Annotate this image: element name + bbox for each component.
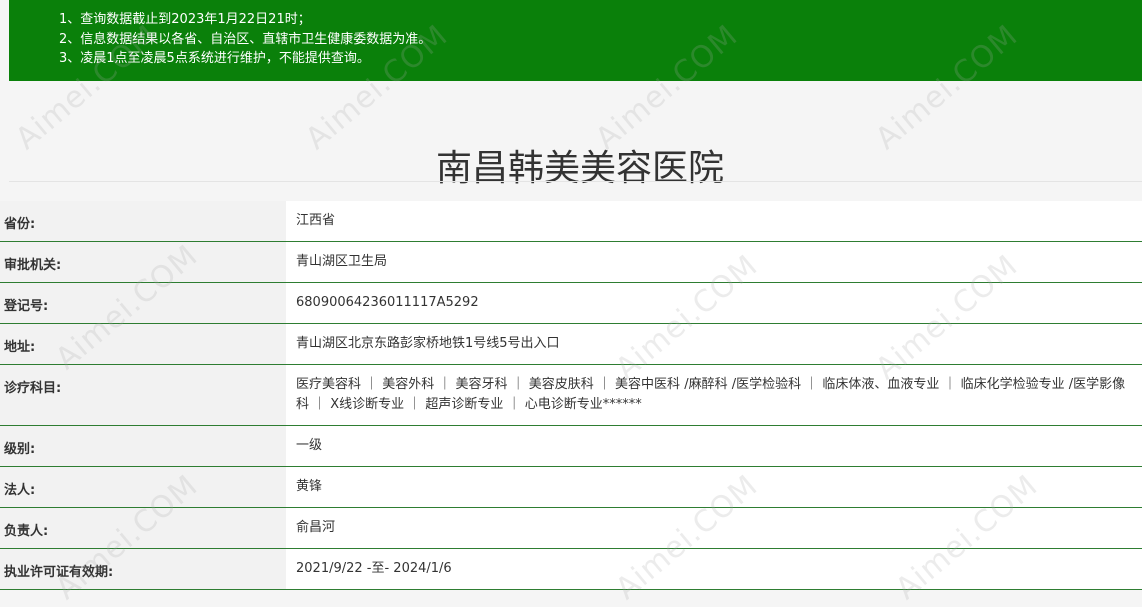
detail-value: 68090064236011117A5292 [286,283,1142,323]
notice-line-3: 3、凌晨1点至凌晨5点系统进行维护，不能提供查询。 [59,51,370,66]
hospital-details-table: 省份: 江西省 审批机关: 青山湖区卫生局 登记号: 6809006423601… [0,201,1142,590]
detail-row-registration-number: 登记号: 68090064236011117A5292 [0,283,1142,324]
detail-value: 俞昌河 [286,508,1142,548]
detail-row-person-in-charge: 负责人: 俞昌河 [0,508,1142,549]
detail-row-legal-person: 法人: 黄锋 [0,467,1142,508]
detail-row-province: 省份: 江西省 [0,201,1142,242]
detail-row-departments: 诊疗科目: 医疗美容科 ｜ 美容外科 ｜ 美容牙科 ｜ 美容皮肤科 ｜ 美容中医… [0,365,1142,426]
detail-label: 地址: [0,324,286,364]
detail-label: 执业许可证有效期: [0,549,286,589]
detail-row-approval-authority: 审批机关: 青山湖区卫生局 [0,242,1142,283]
detail-row-address: 地址: 青山湖区北京东路彭家桥地铁1号线5号出入口 [0,324,1142,365]
notice-line-2: 2、信息数据结果以各省、自治区、直辖市卫生健康委数据为准。 [59,31,432,47]
detail-label: 省份: [0,201,286,241]
detail-label: 法人: [0,467,286,507]
detail-value: 黄锋 [286,467,1142,507]
notice-line-1: 1、查询数据截止到2023年1月22日21时； [59,12,311,27]
detail-label: 审批机关: [0,242,286,282]
notice-banner: 1、查询数据截止到2023年1月22日21时； 2、信息数据结果以各省、自治区、… [9,0,1142,81]
detail-label: 诊疗科目: [0,365,286,425]
title-divider [9,181,1142,182]
detail-label: 负责人: [0,508,286,548]
detail-value: 江西省 [286,201,1142,241]
detail-value: 2021/9/22 -至- 2024/1/6 [286,549,1142,589]
detail-label: 级别: [0,426,286,466]
detail-value: 青山湖区卫生局 [286,242,1142,282]
detail-value: 医疗美容科 ｜ 美容外科 ｜ 美容牙科 ｜ 美容皮肤科 ｜ 美容中医科 /麻醉科… [286,365,1142,425]
detail-label: 登记号: [0,283,286,323]
detail-value: 青山湖区北京东路彭家桥地铁1号线5号出入口 [286,324,1142,364]
hospital-title: 南昌韩美美容医院 [435,148,724,190]
detail-row-level: 级别: 一级 [0,426,1142,467]
detail-row-license-validity: 执业许可证有效期: 2021/9/22 -至- 2024/1/6 [0,549,1142,590]
detail-value: 一级 [286,426,1142,466]
